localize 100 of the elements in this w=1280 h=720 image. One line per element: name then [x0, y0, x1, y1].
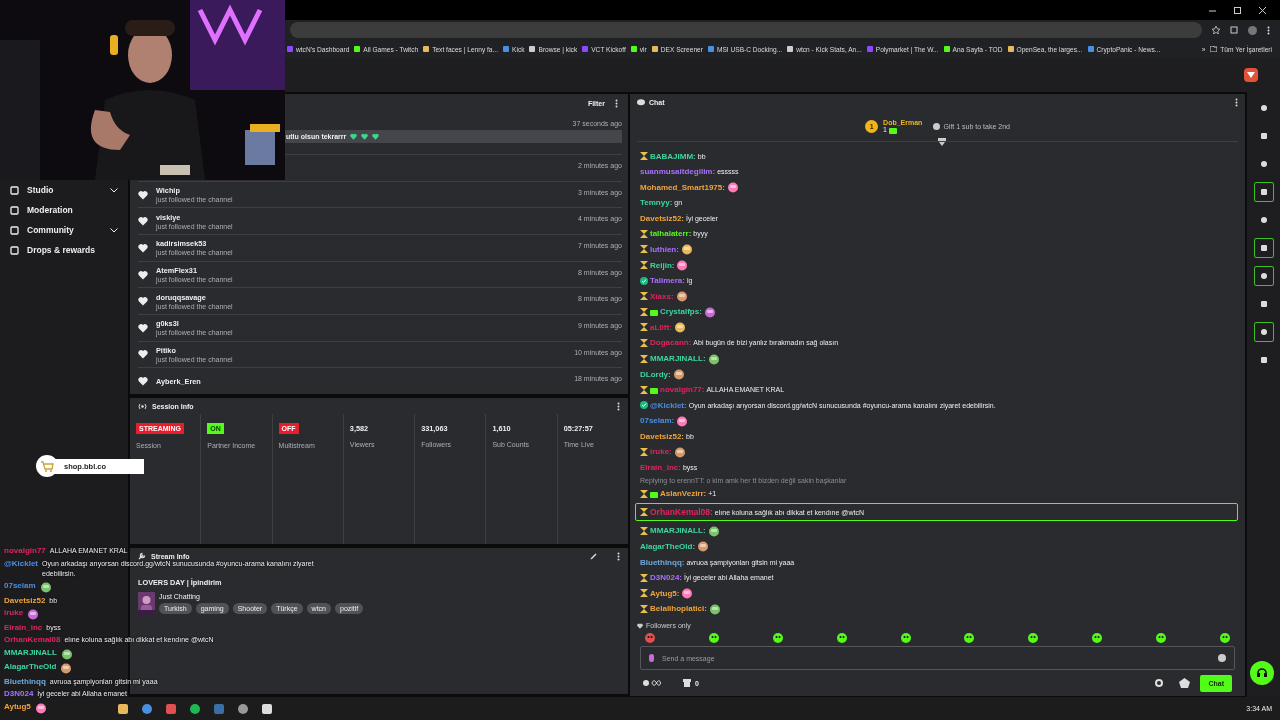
emote-icon	[680, 243, 693, 256]
chat-username[interactable]: Mohamed_Smart1975:	[640, 182, 725, 192]
chat-username[interactable]: Temnyy:	[640, 198, 673, 208]
chat-username: Bluethinqq	[4, 676, 46, 687]
emote-icon[interactable]	[1219, 633, 1230, 643]
sidebar-tool-button[interactable]	[1253, 266, 1274, 286]
close-icon[interactable]	[1259, 6, 1266, 14]
chat-username: AlagarTheOld	[4, 662, 57, 672]
emote-icon	[672, 368, 685, 381]
chat-username[interactable]: Reijin:	[650, 260, 675, 270]
sidebar-item[interactable]: Community	[0, 220, 128, 240]
sidebar-item[interactable]: Studio	[0, 180, 128, 200]
tool-icon	[1259, 216, 1268, 224]
tool-icon	[1259, 104, 1268, 112]
star-icon[interactable]	[1212, 26, 1220, 34]
heart-icon	[637, 622, 643, 629]
emote-icon[interactable]	[772, 633, 783, 643]
chat-username[interactable]: D3N024:	[650, 573, 682, 583]
favicon-icon	[866, 46, 873, 52]
pencil-icon[interactable]	[590, 552, 597, 560]
chat-username[interactable]: DLordy:	[640, 369, 671, 379]
emote-icon	[681, 587, 694, 600]
chat-username[interactable]: BABAJIMM:	[650, 151, 696, 161]
chat-username[interactable]: Crystalfps:	[660, 307, 702, 317]
square-icon	[10, 185, 19, 195]
chat-username[interactable]: Aytug5:	[650, 588, 680, 598]
taskbar-app-icon[interactable]	[238, 703, 248, 714]
chevron-icon[interactable]	[110, 187, 118, 193]
heart-icon	[138, 349, 148, 360]
chat-username: Elrain_inc	[4, 622, 43, 633]
favicon-icon	[354, 46, 361, 52]
shop-icon[interactable]	[683, 679, 691, 687]
emote-icon[interactable]	[1028, 633, 1039, 643]
extension-icon[interactable]	[1230, 26, 1238, 34]
chat-username[interactable]: Belalihoplatici:	[650, 604, 707, 614]
emote-icon	[707, 352, 720, 365]
chat-username[interactable]: AslanVezirr:	[660, 489, 707, 499]
support-button[interactable]	[1250, 661, 1274, 685]
sidebar-item[interactable]: Drops & rewards	[0, 240, 128, 260]
chat-username[interactable]: Davetsiz52:	[640, 213, 685, 223]
emote-icon[interactable]	[900, 633, 911, 643]
pin-icon[interactable]	[937, 138, 946, 146]
heart-icon	[138, 296, 148, 307]
emote-icon[interactable]	[836, 633, 847, 643]
more-icon[interactable]	[617, 401, 620, 411]
favicon-icon	[787, 46, 794, 52]
square-icon	[10, 245, 19, 255]
emote-icon	[673, 321, 686, 334]
emote-icon[interactable]	[708, 633, 719, 643]
favicon-icon	[1007, 46, 1014, 52]
heart-icon	[138, 269, 148, 280]
chat-username[interactable]: Bluethinqq:	[640, 557, 685, 567]
sidebar-tool-button[interactable]	[1253, 322, 1274, 342]
chat-username[interactable]: MMARJINALL:	[650, 354, 706, 363]
emoji-icon[interactable]	[1218, 654, 1226, 662]
maximize-icon[interactable]	[1234, 6, 1241, 14]
chat-username[interactable]: Davetsiz52:	[640, 431, 685, 441]
taskbar-app-icon[interactable]	[118, 703, 128, 714]
emote-icon	[708, 602, 721, 615]
taskbar-app-icon[interactable]	[262, 703, 272, 714]
logo-icon[interactable]	[1244, 68, 1258, 82]
chat-username[interactable]: MMARJINALL:	[650, 526, 706, 536]
chat-username[interactable]: Talimera:	[650, 276, 685, 286]
avatar-icon[interactable]	[1248, 25, 1257, 35]
tool-icon	[1259, 188, 1268, 196]
chat-username[interactable]: luthien:	[650, 244, 679, 254]
emote-icon	[673, 446, 686, 458]
emote-icon[interactable]	[1092, 633, 1103, 643]
emote-icon	[60, 662, 73, 674]
folder-icon	[1210, 46, 1218, 52]
menu-icon[interactable]	[1267, 25, 1270, 35]
sidebar-tool-button[interactable]	[1253, 182, 1274, 202]
square-icon	[10, 225, 19, 235]
more-icon[interactable]	[615, 99, 618, 108]
points-icon[interactable]	[643, 679, 661, 687]
badge-icon[interactable]	[1179, 678, 1191, 688]
tool-icon	[1259, 300, 1268, 308]
emote-icon	[707, 524, 720, 537]
chevron-icon[interactable]	[110, 227, 118, 233]
more-icon[interactable]	[1235, 98, 1238, 107]
emote-icon[interactable]	[964, 633, 975, 643]
sidebar-tool-button[interactable]	[1253, 238, 1274, 258]
taskbar-app-icon[interactable]	[190, 703, 200, 714]
microphone-icon[interactable]	[649, 654, 654, 662]
sidebar-item[interactable]: Moderation	[0, 200, 128, 220]
chat-username[interactable]: suanmusaitdegilim:	[640, 167, 716, 177]
chat-username[interactable]: @Kicklet:	[650, 400, 687, 410]
taskbar-app-icon[interactable]	[142, 703, 152, 714]
chat-username[interactable]: talhalaterr:	[650, 229, 692, 239]
chat-username: D3N024	[4, 689, 34, 699]
emote-icon	[676, 259, 689, 272]
favicon-icon	[651, 46, 658, 52]
emote-icon	[39, 581, 52, 593]
more-icon[interactable]	[617, 551, 620, 561]
emote-icon[interactable]	[1156, 633, 1166, 643]
chat-username[interactable]: AlagarTheOld:	[640, 541, 696, 551]
emote-icon	[34, 701, 47, 714]
settings-icon[interactable]	[1155, 679, 1164, 687]
emote-icon	[697, 540, 710, 553]
chat-username[interactable]: 07selam:	[640, 416, 675, 426]
